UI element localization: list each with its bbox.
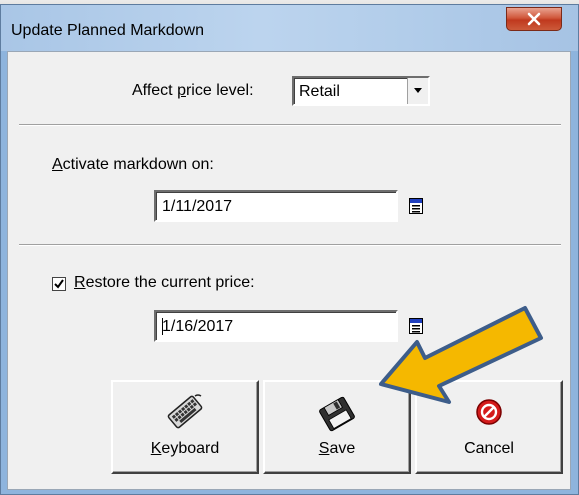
- restore-price-checkbox[interactable]: [52, 277, 66, 291]
- annotation-arrow: [379, 306, 543, 404]
- price-level-select[interactable]: Retail: [292, 76, 430, 106]
- price-level-label: Affect price level:: [132, 82, 254, 99]
- keyboard-button-label: Keyboard: [150, 440, 220, 457]
- checkmark-icon: [54, 279, 64, 289]
- dialog-body: Affect price level: Retail Activate mark…: [7, 51, 571, 490]
- activate-date-input[interactable]: 1/11/2017: [154, 190, 398, 222]
- cancel-button-label: Cancel: [464, 440, 514, 457]
- activate-markdown-label: Activate markdown on:: [52, 156, 214, 173]
- restore-date-value: 1/16/2017: [162, 318, 234, 335]
- restore-price-label[interactable]: Restore the current price:: [74, 274, 255, 292]
- dialog-window: Update Planned Markdown Affect price lev…: [0, 4, 579, 495]
- title-bar: Update Planned Markdown: [1, 5, 578, 51]
- floppy-disk-icon: [319, 396, 355, 432]
- price-level-value: Retail: [299, 83, 340, 100]
- keyboard-icon: [167, 394, 203, 429]
- close-button[interactable]: [506, 7, 562, 31]
- separator: [19, 244, 561, 246]
- activate-date-value: 1/11/2017: [162, 198, 232, 215]
- window-title: Update Planned Markdown: [11, 22, 205, 39]
- restore-date-input[interactable]: 1/16/2017: [154, 310, 398, 342]
- chevron-down-icon[interactable]: [407, 78, 428, 104]
- keyboard-button[interactable]: Keyboard: [111, 380, 259, 474]
- close-x-icon: [527, 12, 541, 26]
- separator: [19, 124, 561, 126]
- calendar-icon: [409, 198, 423, 214]
- activate-calendar-button[interactable]: [404, 193, 428, 219]
- save-button-label: Save: [318, 440, 356, 457]
